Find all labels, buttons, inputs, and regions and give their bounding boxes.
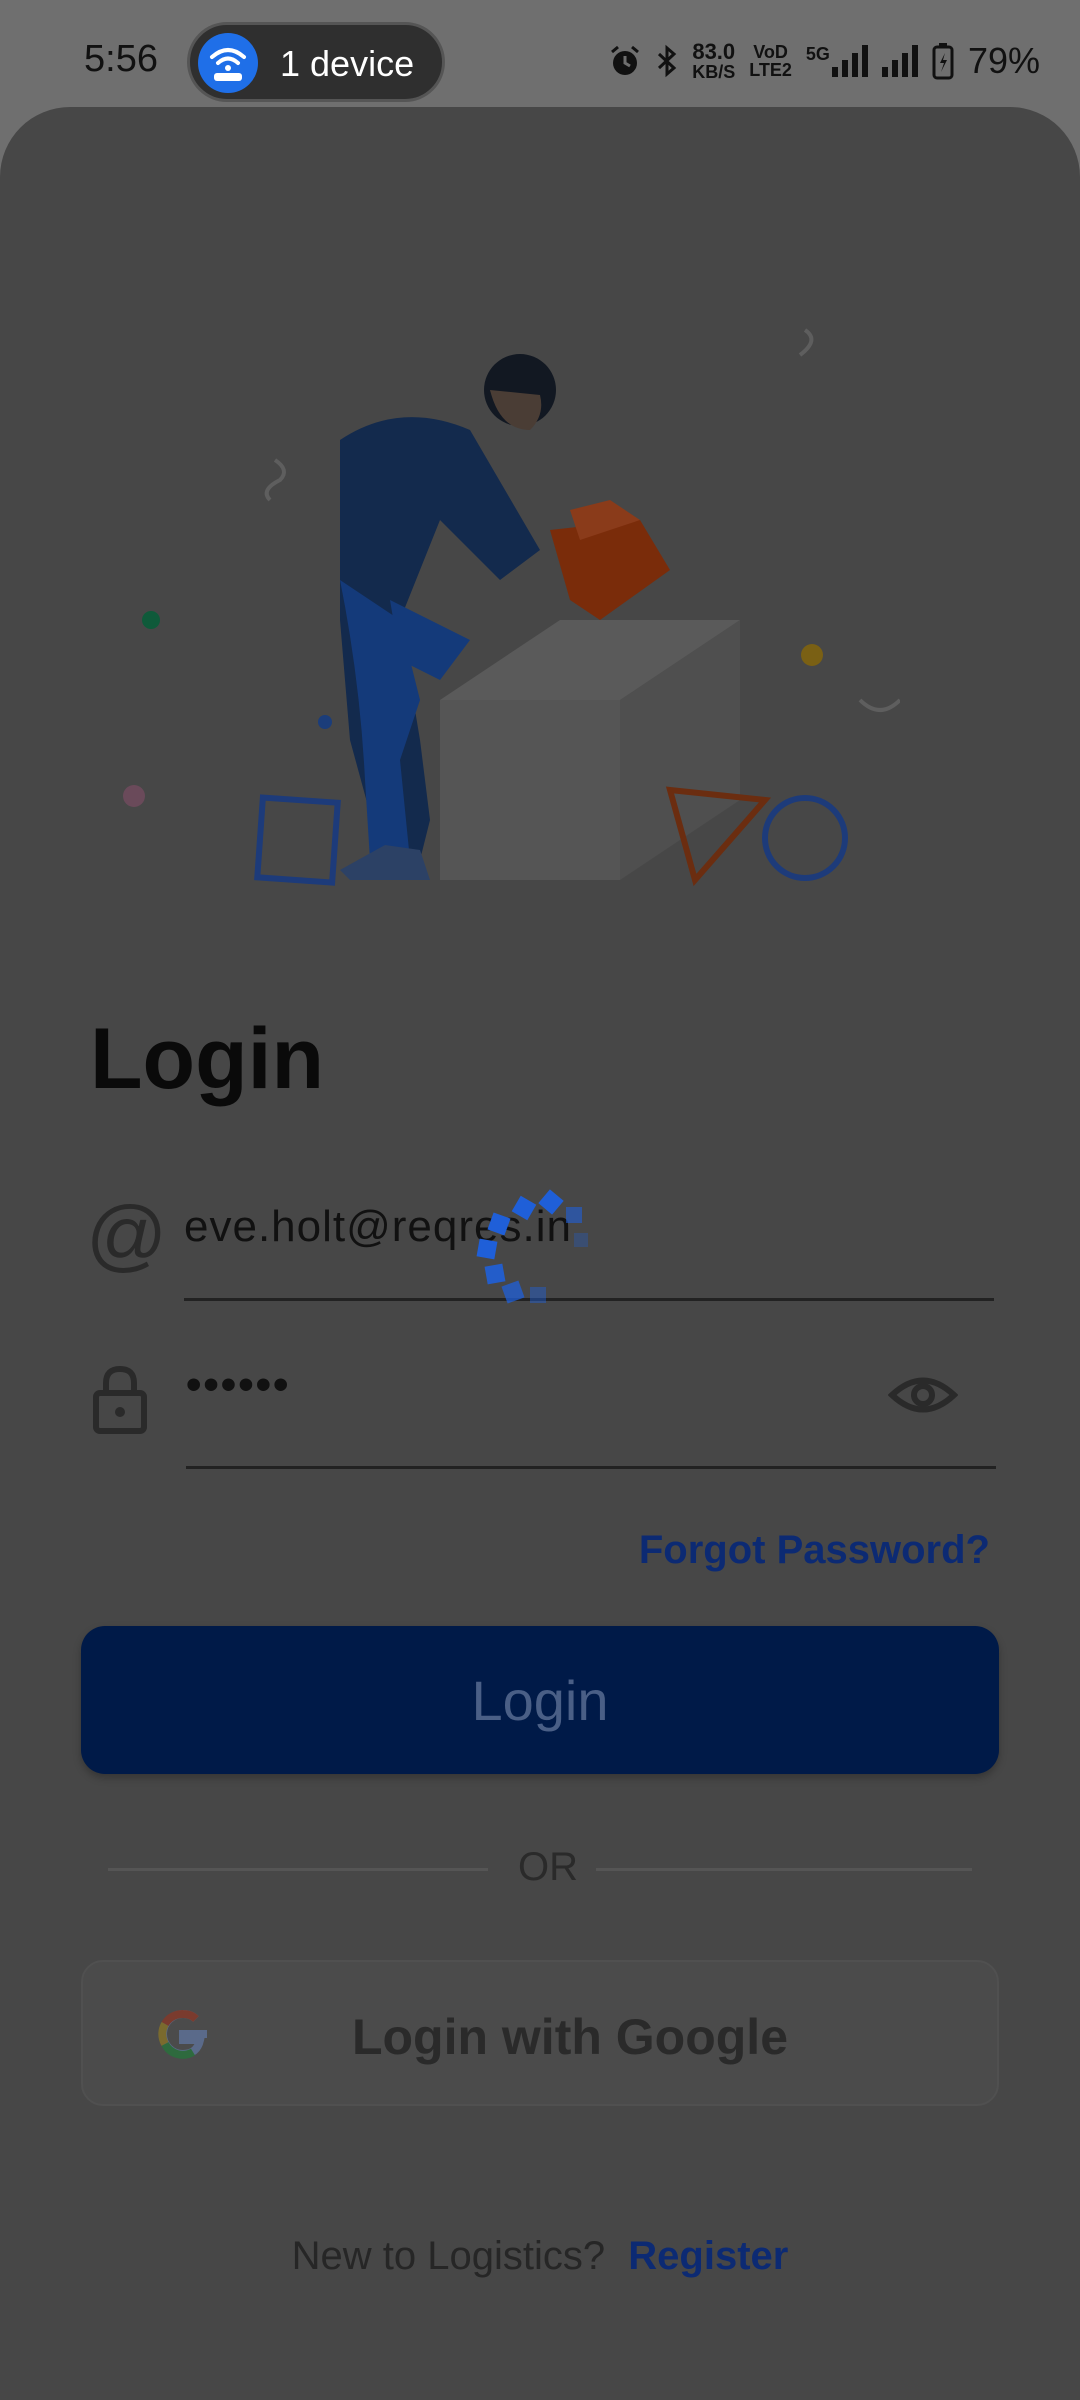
- or-line-right: [596, 1868, 972, 1871]
- signal-sim1: 5G: [806, 45, 868, 77]
- battery-percent: 79%: [967, 40, 1040, 81]
- lock-icon: [93, 1365, 147, 1434]
- loading-spinner: [476, 1189, 588, 1304]
- at-icon: @: [86, 1190, 168, 1279]
- wifi-hotspot-icon: [198, 33, 258, 93]
- delivery-illustration: [123, 328, 900, 887]
- signal-bars-icon: [831, 45, 868, 77]
- hotspot-pill[interactable]: 1 device: [187, 22, 445, 102]
- register-link[interactable]: Register: [628, 2234, 788, 2278]
- status-icons: 83.0 KB/S VoD LTE2 5G 79%: [608, 36, 1040, 86]
- network-speed: 83.0 KB/S: [692, 39, 736, 82]
- password-field[interactable]: ••••••: [186, 1360, 290, 1410]
- or-line-left: [108, 1868, 488, 1871]
- page-title: Login: [90, 1011, 325, 1107]
- login-button[interactable]: Login: [81, 1626, 999, 1774]
- register-row: New to Logistics? Register: [0, 2234, 1080, 2279]
- register-prompt: New to Logistics?: [291, 2234, 606, 2278]
- password-underline: [186, 1466, 996, 1469]
- eye-icon[interactable]: [888, 1370, 958, 1420]
- google-login-button[interactable]: Login with Google: [81, 1960, 999, 2106]
- network-type: 5G: [805, 44, 830, 64]
- or-separator: OR: [108, 1845, 972, 1895]
- hotspot-label: 1 device: [280, 43, 415, 84]
- battery-icon: [932, 43, 954, 80]
- bluetooth-icon: [658, 44, 677, 78]
- or-label: OR: [518, 1845, 578, 1889]
- forgot-password-link[interactable]: Forgot Password?: [639, 1528, 990, 1573]
- alarm-icon: [611, 45, 640, 75]
- status-time: 5:56: [84, 38, 158, 80]
- status-bar: 5:56 1 device 83.0 KB/S VoD LTE2 5G 79%: [0, 0, 1080, 110]
- google-button-label: Login with Google: [351, 2009, 789, 2065]
- signal-bars-sim2-icon: [881, 45, 918, 77]
- volte-indicator: VoD LTE2: [749, 42, 792, 80]
